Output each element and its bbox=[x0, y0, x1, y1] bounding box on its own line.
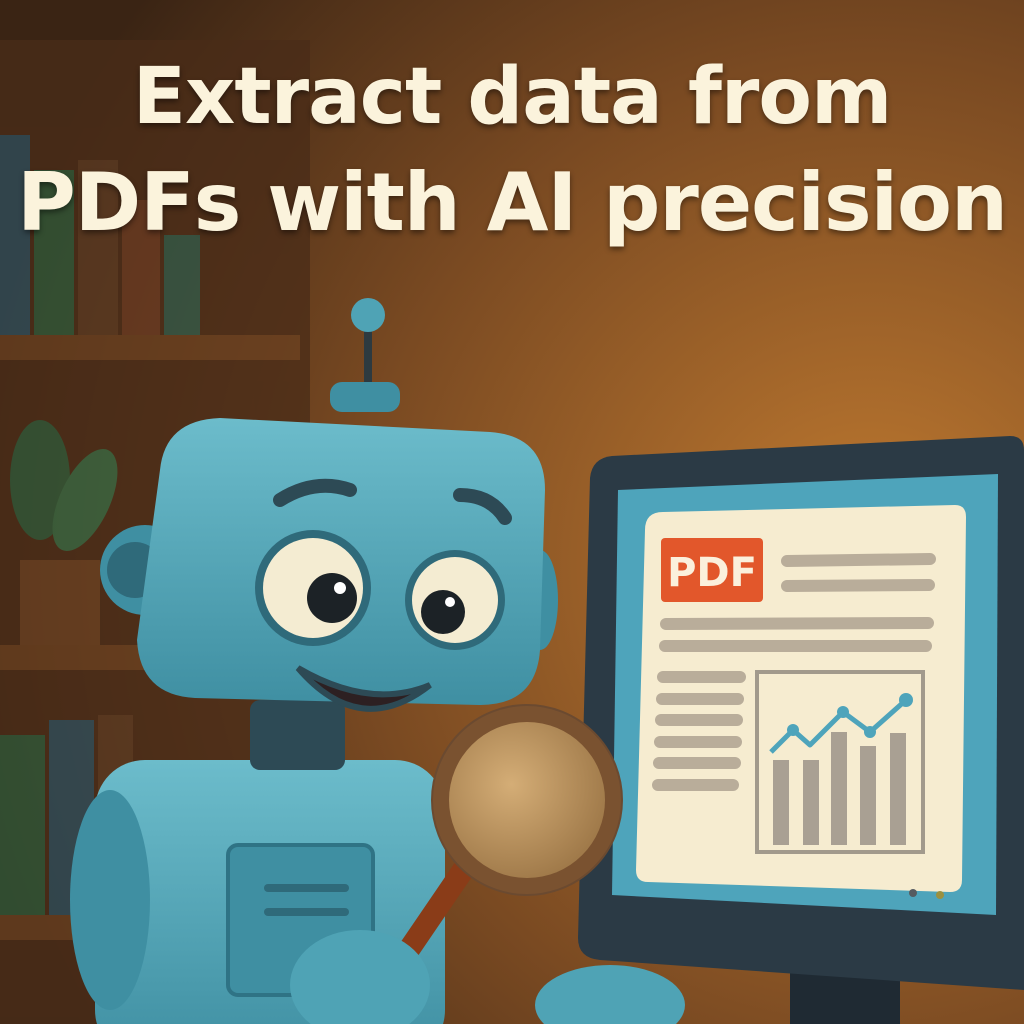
monitor: PDF bbox=[578, 436, 1024, 1024]
robot-neck bbox=[250, 700, 345, 770]
chart-bar bbox=[860, 746, 876, 845]
robot-arm-left bbox=[70, 790, 150, 1010]
headline-line-1: Extract data from bbox=[132, 52, 892, 142]
robot-eye-right bbox=[405, 550, 505, 650]
pdf-badge: PDF bbox=[661, 538, 763, 602]
chart-bar bbox=[803, 760, 819, 845]
headline-line-2: PDFs with AI precision bbox=[17, 156, 1008, 249]
robot-eye-left bbox=[255, 530, 371, 646]
pdf-badge-label: PDF bbox=[667, 550, 757, 596]
chart-bar bbox=[890, 733, 906, 845]
chart-bar bbox=[831, 732, 847, 845]
illustration: PDF bbox=[0, 0, 1024, 1024]
monitor-led bbox=[909, 889, 917, 897]
monitor-led bbox=[936, 891, 944, 899]
chart-bar bbox=[773, 760, 789, 845]
